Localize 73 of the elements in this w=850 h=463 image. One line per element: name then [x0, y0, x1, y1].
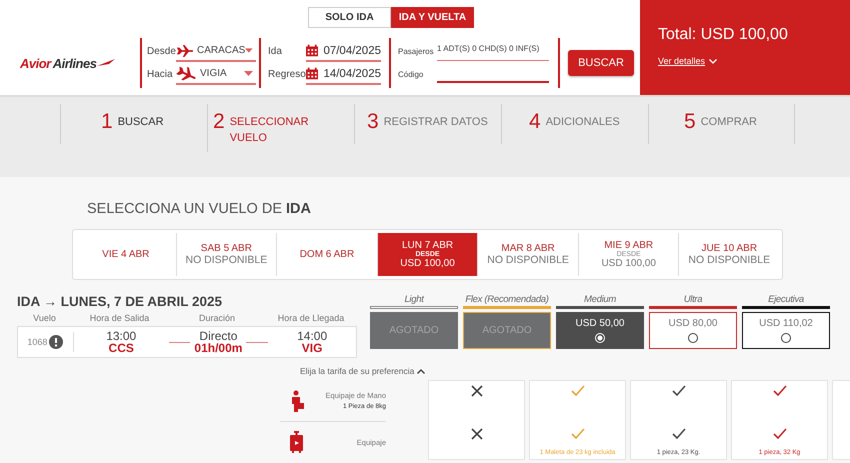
step-label: BUSCAR: [118, 115, 164, 130]
fare-name: Ultra: [682, 294, 704, 306]
step-number: 1: [101, 110, 113, 134]
flight-type: Directo: [199, 330, 238, 342]
flight-card[interactable]: 1068 13:00 CCS Directo 01h/00m 14:00 VIG: [17, 326, 357, 358]
fare-name: Flex (Recomendada): [464, 294, 550, 306]
field-label: Pasajeros: [398, 47, 435, 56]
column-header: Vuelo: [32, 313, 57, 323]
fare-name: Medium: [583, 294, 617, 306]
fare-option: AGOTADO: [370, 312, 458, 349]
fare-name: Ejecutiva: [767, 294, 805, 306]
step-number: 5: [684, 110, 696, 134]
airplane-icon: [176, 66, 196, 82]
fare-option[interactable]: USD 110,02: [742, 312, 830, 349]
details-link[interactable]: Ver detalles: [658, 56, 718, 66]
step-label: ADICIONALES: [546, 115, 620, 130]
date-field[interactable]: 07/04/2025: [306, 42, 381, 62]
chevron-up-icon: [417, 368, 426, 374]
day-option[interactable]: JUE 10 ABR NO DISPONIBLE: [679, 233, 780, 276]
fare-price: USD 80,00: [668, 318, 718, 329]
suitcase-icon: [290, 431, 303, 453]
person-with-bag-icon: [290, 390, 304, 412]
info-icon: [49, 335, 64, 349]
caret-icon: [245, 48, 253, 53]
airport-select[interactable]: CARACAS: [176, 42, 256, 62]
step-label: SELECCIONAR VUELO: [230, 115, 310, 146]
date-field[interactable]: 14/04/2025: [306, 64, 381, 84]
trip-type-tab[interactable]: IDA Y VUELTA: [391, 7, 474, 28]
fare-hint[interactable]: Elija la tarifa de su preferencia: [300, 365, 426, 377]
step-label: COMPRAR: [700, 115, 757, 130]
day-option[interactable]: MAR 8 ABR NO DISPONIBLE: [478, 233, 579, 276]
fare-price: USD 110,02: [759, 318, 813, 329]
airline-logo: AviorAirlines: [20, 56, 140, 70]
day-option[interactable]: SAB 5 ABR NO DISPONIBLE: [176, 233, 278, 276]
departure-time: 13:00: [106, 330, 136, 342]
search-button[interactable]: BUSCAR: [568, 50, 634, 76]
arrival-code: VIG: [302, 342, 322, 354]
fare-price: USD 50,00: [576, 318, 624, 329]
column-header: Hora de Salida: [88, 313, 150, 323]
airport-select[interactable]: VIGIA: [176, 64, 256, 84]
fare-option[interactable]: USD 80,00: [649, 312, 737, 349]
passengers-field[interactable]: 1 ADT(S) 0 CHD(S) 0 INF(S): [437, 42, 549, 60]
radio-button[interactable]: [781, 333, 791, 343]
flight-number: 1068: [27, 337, 48, 347]
fare-name: Light: [403, 294, 426, 306]
radio-button[interactable]: [688, 333, 698, 343]
fare-option[interactable]: USD 50,00: [556, 312, 644, 349]
column-header: Duración: [198, 313, 236, 323]
step-number: 3: [367, 110, 379, 134]
step-number: 4: [529, 110, 541, 134]
total-price: Total: USD 100,00: [658, 26, 789, 44]
flight-duration: 01h/00m: [194, 342, 242, 354]
column-header: Hora de Llegada: [276, 313, 346, 323]
field-label: Hacia: [147, 69, 174, 80]
logo-swoosh-icon: [97, 59, 116, 67]
fare-option: AGOTADO: [463, 312, 551, 349]
field-label: Desde: [147, 46, 176, 57]
field-label: Código: [398, 70, 424, 79]
calendar-icon: [306, 67, 318, 80]
arrival-time: 14:00: [297, 330, 328, 342]
chevron-down-icon: [709, 58, 718, 64]
field-label: Ida: [268, 46, 283, 57]
airplane-icon: [176, 42, 193, 58]
field-label: Regreso: [268, 69, 306, 80]
day-option[interactable]: VIE 4 ABR: [76, 233, 177, 276]
section-title: SELECCIONA UN VUELO DE IDA: [86, 200, 312, 217]
flight-heading: IDA → LUNES, 7 DE ABRIL 2025: [17, 294, 224, 311]
departure-code: CCS: [108, 342, 134, 354]
trip-type-tab[interactable]: SOLO IDA: [308, 7, 391, 28]
calendar-icon: [306, 44, 318, 57]
step-label: REGISTRAR DATOS: [384, 115, 488, 130]
caret-icon: [244, 71, 253, 76]
step-number: 2: [213, 110, 225, 134]
